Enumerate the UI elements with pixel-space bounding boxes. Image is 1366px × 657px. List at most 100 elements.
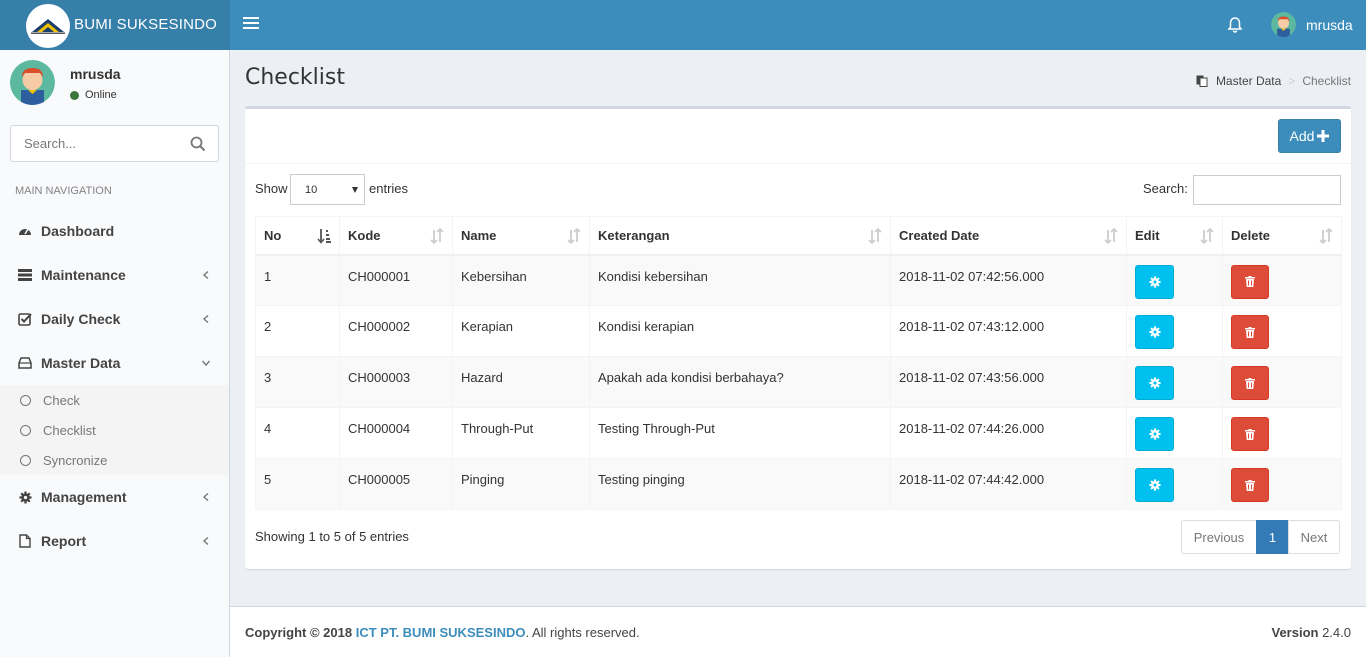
sidebar-subitem-checklist[interactable]: Checklist xyxy=(0,415,229,445)
add-button-label: Add xyxy=(1289,128,1315,144)
cell-created: 2018-11-02 07:44:42.000 xyxy=(890,458,1127,510)
sidebar-item-management[interactable]: Management xyxy=(0,475,229,519)
edit-button[interactable] xyxy=(1135,315,1174,349)
column-header-keterangan[interactable]: Keterangan xyxy=(589,216,891,256)
trash-icon xyxy=(1245,479,1255,491)
chevron-left-icon xyxy=(202,271,209,279)
sidebar-subitem-syncronize[interactable]: Syncronize xyxy=(0,445,229,475)
sidebar-subitem-label: Checklist xyxy=(43,422,96,438)
cell-no: 1 xyxy=(255,254,340,306)
sort-icon xyxy=(567,228,581,244)
notification-bell-icon[interactable] xyxy=(1226,16,1244,34)
cell-delete xyxy=(1222,305,1342,357)
table-row: 2 CH000002 Kerapian Kondisi kerapian 2018-11… xyxy=(255,305,1342,357)
cell-name: Kebersihan xyxy=(452,254,590,306)
delete-button[interactable] xyxy=(1231,315,1269,349)
cell-no: 5 xyxy=(255,458,340,510)
table-row: 1 CH000001 Kebersihan Kondisi kebersihan 201… xyxy=(255,254,1342,306)
edit-button[interactable] xyxy=(1135,366,1174,400)
cell-no: 3 xyxy=(255,356,340,408)
edit-button[interactable] xyxy=(1135,264,1174,299)
trash-icon xyxy=(1245,326,1255,338)
sidebar-item-master-data[interactable]: Master Data xyxy=(0,341,229,385)
logo-area[interactable]: BUMI SUKSESINDO xyxy=(0,0,230,50)
brand-name[interactable]: BUMI SUKSESINDO xyxy=(74,16,217,33)
trash-icon xyxy=(1245,428,1255,440)
pagination-next-button[interactable]: Next xyxy=(1288,520,1340,554)
table-row: 5 CH000005 Pinging Testing pinging 2018-11-0… xyxy=(255,458,1342,510)
table-body: 1 CH000001 Kebersihan Kondisi kebersihan 201… xyxy=(255,254,1342,510)
sidebar-item-label: Dashboard xyxy=(41,223,115,239)
pagination-previous-button[interactable]: Previous xyxy=(1181,520,1257,554)
check-square-icon xyxy=(18,312,32,326)
gear-icon xyxy=(18,490,32,504)
sidebar-subitem-label: Check xyxy=(43,392,80,408)
cell-name: Hazard xyxy=(452,356,590,408)
sidebar-item-daily-check[interactable]: Daily Check xyxy=(0,297,229,341)
sidebar-item-label: Management xyxy=(41,489,127,505)
cell-kode: CH000001 xyxy=(339,254,453,306)
user-avatar[interactable] xyxy=(1271,12,1296,37)
column-header-delete[interactable]: Delete xyxy=(1222,216,1342,256)
cell-kode: CH000004 xyxy=(339,407,453,459)
table-info: Showing 1 to 5 of 5 entries xyxy=(255,529,409,544)
delete-button[interactable] xyxy=(1231,264,1269,299)
sidebar-subitem-check[interactable]: Check xyxy=(0,385,229,415)
dashboard-icon xyxy=(18,224,32,238)
delete-button[interactable] xyxy=(1231,468,1269,502)
list-icon xyxy=(18,268,32,282)
column-header-created-date[interactable]: Created Date xyxy=(890,216,1127,256)
search-icon[interactable] xyxy=(190,136,206,152)
table-row: 4 CH000004 Through-Put Testing Through-Put 2… xyxy=(255,407,1342,459)
company-logo[interactable] xyxy=(26,4,70,48)
breadcrumb-item-master-data[interactable]: Master Data xyxy=(1216,74,1281,88)
delete-button[interactable] xyxy=(1231,417,1269,451)
column-header-kode[interactable]: Kode xyxy=(339,216,453,256)
column-header-name[interactable]: Name xyxy=(452,216,590,256)
cell-delete xyxy=(1222,407,1342,459)
sidebar-item-maintenance[interactable]: Maintenance xyxy=(0,253,229,297)
sort-icon xyxy=(1200,228,1214,244)
column-header-label: Delete xyxy=(1231,227,1271,243)
column-header-edit[interactable]: Edit xyxy=(1126,216,1223,256)
column-header-no[interactable]: No xyxy=(255,216,340,256)
version-number: 2.4.0 xyxy=(1322,625,1351,640)
add-button[interactable]: Add xyxy=(1278,119,1341,153)
pagination: Previous 1 Next xyxy=(1181,520,1340,554)
sidebar-toggle-icon[interactable] xyxy=(243,17,259,31)
caret-down-icon xyxy=(352,187,358,193)
column-header-label: Name xyxy=(461,227,497,243)
copyright-prefix: Copyright © 2018 xyxy=(245,625,356,640)
pagination-page-button[interactable]: 1 xyxy=(1256,520,1289,554)
footer: Copyright © 2018 ICT PT. BUMI SUKSESINDO… xyxy=(230,606,1366,657)
cell-edit xyxy=(1126,356,1223,408)
top-user-name[interactable]: mrusda xyxy=(1306,17,1353,33)
company-link[interactable]: ICT PT. BUMI SUKSESINDO xyxy=(356,625,526,640)
gear-icon xyxy=(1148,479,1161,491)
sidebar-user-name: mrusda xyxy=(70,66,121,82)
sidebar-search-input[interactable] xyxy=(11,126,181,161)
chevron-left-icon xyxy=(202,315,209,323)
delete-button[interactable] xyxy=(1231,366,1269,400)
cell-keterangan: Apakah ada kondisi berbahaya? xyxy=(589,356,891,408)
breadcrumb-item-active: Checklist xyxy=(1302,74,1351,88)
plus-icon xyxy=(1317,130,1330,142)
user-status: Online xyxy=(70,89,117,101)
table-search-input[interactable] xyxy=(1193,175,1341,205)
sidebar-item-report[interactable]: Report xyxy=(0,519,229,563)
checklist-box: Add Show 10 entries Search: No Kode Name… xyxy=(245,106,1351,569)
sidebar-item-dashboard[interactable]: Dashboard xyxy=(0,209,229,253)
entries-label: entries xyxy=(369,181,409,196)
page-length-select[interactable]: 10 xyxy=(290,174,365,205)
cell-edit xyxy=(1126,254,1223,306)
edit-button[interactable] xyxy=(1135,468,1174,502)
column-header-label: No xyxy=(264,227,282,243)
breadcrumb: Master Data > Checklist xyxy=(1196,74,1351,88)
edit-button[interactable] xyxy=(1135,417,1174,451)
master-data-submenu: Check Checklist Syncronize xyxy=(0,385,229,475)
cell-name: Through-Put xyxy=(452,407,590,459)
cell-no: 2 xyxy=(255,305,340,357)
user-panel: mrusda Online xyxy=(10,60,220,110)
hdd-icon xyxy=(18,356,32,370)
sort-icon xyxy=(430,228,444,244)
